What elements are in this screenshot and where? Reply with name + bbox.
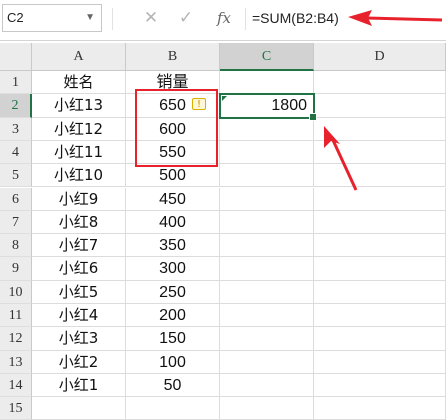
cell-d13[interactable] [314,350,446,374]
cell-b8[interactable]: 350 [126,234,220,258]
cell-a14[interactable]: 小红1 [32,373,126,398]
cell-d2[interactable] [314,94,446,118]
cell-d10[interactable] [314,280,446,304]
cell-d1[interactable] [314,71,446,95]
row-header-10[interactable]: 10 [0,280,32,304]
insert-function-icon[interactable]: fx [209,4,239,32]
row-header-3[interactable]: 3 [0,117,32,141]
cell-a4[interactable]: 小红11 [32,140,126,165]
row-header-1[interactable]: 1 [0,71,32,95]
cancel-icon[interactable]: ✕ [136,4,166,32]
cell-b13[interactable]: 100 [126,350,220,374]
active-cell-value: 1800 [271,97,307,115]
row-header-12[interactable]: 12 [0,327,32,351]
cell-c13[interactable] [220,350,314,374]
name-box-value: C2 [7,10,24,25]
cell-a6[interactable]: 小红9 [32,187,126,211]
cell-c7[interactable] [220,210,314,235]
cell-c10[interactable] [220,280,314,304]
cell-b11[interactable]: 200 [126,304,220,328]
row-header-7[interactable]: 7 [0,210,32,235]
row-header-6[interactable]: 6 [0,187,32,211]
row-header-14[interactable]: 14 [0,373,32,398]
cell-a9[interactable]: 小红6 [32,257,126,281]
cell-c14[interactable] [220,373,314,398]
column-header-a[interactable]: A [32,43,126,71]
cell-c9[interactable] [220,257,314,281]
cell-b10[interactable]: 250 [126,280,220,304]
column-header-c[interactable]: C [220,43,314,71]
cell-a15[interactable] [32,397,126,420]
name-box[interactable]: C2 ▼ [2,4,102,32]
row-header-2[interactable]: 2 [0,94,32,118]
cell-d7[interactable] [314,210,446,235]
chevron-down-icon[interactable]: ▼ [85,5,95,31]
separator [112,8,113,30]
cell-d15[interactable] [314,397,446,420]
row-header-8[interactable]: 8 [0,234,32,258]
separator [245,8,246,30]
cell-a1[interactable]: 姓名 [32,71,126,95]
row-header-15[interactable]: 15 [0,397,32,420]
cell-b15[interactable] [126,397,220,420]
formula-indicator-icon [222,96,227,102]
cell-a5[interactable]: 小红10 [32,164,126,188]
cell-d11[interactable] [314,304,446,328]
annotation-arrow-formula [348,10,443,26]
fill-handle[interactable] [309,112,317,121]
cell-c11[interactable] [220,304,314,328]
cell-c3[interactable] [220,117,314,141]
cell-a11[interactable]: 小红4 [32,304,126,328]
annotation-highlight-box [135,89,218,168]
cell-c1[interactable] [220,71,314,95]
cell-d9[interactable] [314,257,446,281]
cell-d12[interactable] [314,327,446,351]
row-header-11[interactable]: 11 [0,304,32,328]
cell-d8[interactable] [314,234,446,258]
cell-d14[interactable] [314,373,446,398]
row-header-5[interactable]: 5 [0,164,32,188]
column-header-b[interactable]: B [126,43,220,71]
cell-c6[interactable] [220,187,314,211]
cell-b9[interactable]: 300 [126,257,220,281]
cell-a3[interactable]: 小红12 [32,117,126,141]
cell-a7[interactable]: 小红8 [32,210,126,235]
row-header-13[interactable]: 13 [0,350,32,374]
cell-a12[interactable]: 小红3 [32,327,126,351]
row-header-9[interactable]: 9 [0,257,32,281]
active-cell-c2[interactable]: 1800 [219,93,317,121]
enter-icon[interactable]: ✓ [171,4,201,32]
column-header-d[interactable]: D [314,43,446,71]
cell-c12[interactable] [220,327,314,351]
cell-a13[interactable]: 小红2 [32,350,126,374]
cell-b12[interactable]: 150 [126,327,220,351]
annotation-arrow-cell [324,126,358,191]
row-header-4[interactable]: 4 [0,140,32,165]
cell-a2[interactable]: 小红13 [32,94,126,118]
select-all-corner[interactable] [0,43,32,71]
cell-c8[interactable] [220,234,314,258]
cell-c5[interactable] [220,164,314,188]
cell-b6[interactable]: 450 [126,187,220,211]
cell-c4[interactable] [220,140,314,165]
cell-a10[interactable]: 小红5 [32,280,126,304]
cell-c15[interactable] [220,397,314,420]
cell-b14[interactable]: 50 [126,373,220,398]
cell-a8[interactable]: 小红7 [32,234,126,258]
cell-b7[interactable]: 400 [126,210,220,235]
cell-b5[interactable]: 500 [126,164,220,188]
